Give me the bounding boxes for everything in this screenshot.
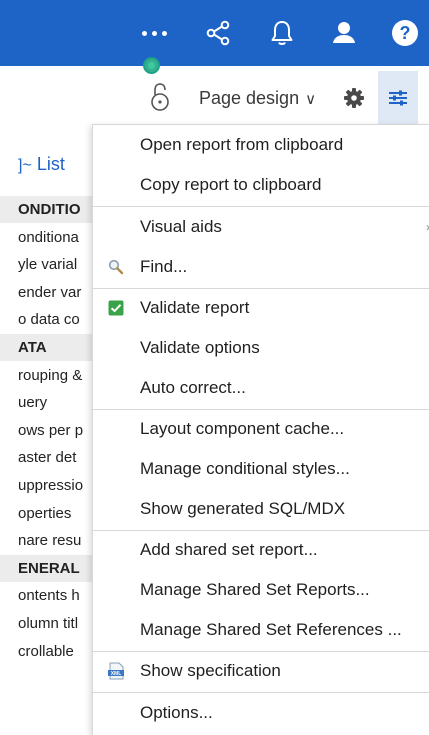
- menu-item-validate-options[interactable]: Validate options: [93, 330, 429, 366]
- menu-item-label: Manage Shared Set References ...: [140, 620, 402, 639]
- menu-item-options[interactable]: Options...: [93, 695, 429, 731]
- svg-text:?: ?: [400, 23, 411, 43]
- menu-item-label: Layout component cache...: [140, 419, 345, 438]
- panel-property-row[interactable]: operties: [0, 500, 92, 527]
- menu-item-add-shared-set-report[interactable]: Add shared set report...: [93, 532, 429, 568]
- panel-property-row[interactable]: crollable: [0, 638, 92, 665]
- menu-item-layout-component-cache[interactable]: Layout component cache...: [93, 411, 429, 447]
- menu-item-auto-correct[interactable]: Auto correct...: [93, 370, 429, 406]
- menu-divider: [93, 651, 429, 652]
- panel-property-row[interactable]: uery: [0, 389, 92, 416]
- panel-property-row[interactable]: olumn titl: [0, 610, 92, 637]
- xml-file-icon: XML: [107, 662, 125, 680]
- help-icon[interactable]: ?: [385, 16, 425, 50]
- panel-property-row[interactable]: yle varial: [0, 251, 92, 278]
- menu-divider: [93, 409, 429, 410]
- menu-item-label: Options...: [140, 703, 213, 722]
- menu-divider: [93, 530, 429, 531]
- top-app-bar: ?: [0, 0, 429, 66]
- validate-check-icon: [107, 299, 125, 317]
- panel-section-header: ENERAL: [0, 554, 92, 582]
- panel-property-row[interactable]: aster det: [0, 444, 92, 471]
- more-settings-button[interactable]: [378, 71, 418, 125]
- panel-property-row[interactable]: nare resu: [0, 527, 92, 554]
- more-icon[interactable]: [132, 16, 176, 50]
- menu-item-label: Validate report: [140, 298, 250, 317]
- panel-property-row[interactable]: ontents h: [0, 582, 92, 609]
- gear-icon[interactable]: [343, 87, 365, 109]
- panel-property-row[interactable]: uppressio: [0, 472, 92, 499]
- list-icon: ]~: [18, 157, 32, 174]
- menu-item-show-specification[interactable]: XML Show specification: [93, 653, 429, 689]
- menu-item-label: Manage conditional styles...: [140, 459, 350, 478]
- panel-property-row[interactable]: rouping &: [0, 362, 92, 389]
- menu-divider: [93, 692, 429, 693]
- menu-divider: [93, 288, 429, 289]
- svg-text:XML: XML: [111, 671, 122, 677]
- menu-item-label: Visual aids: [140, 217, 222, 236]
- lock-icon[interactable]: [150, 82, 170, 112]
- menu-item-open-report-from-clipboard[interactable]: Open report from clipboard: [93, 127, 429, 163]
- page-design-dropdown[interactable]: Page design ∨: [199, 88, 316, 109]
- sliders-icon: [389, 90, 407, 106]
- panel-property-row[interactable]: o data co: [0, 306, 92, 333]
- more-options-menu: Open report from clipboard Copy report t…: [92, 124, 429, 735]
- menu-item-show-generated-sql-mdx[interactable]: Show generated SQL/MDX: [93, 491, 429, 527]
- chevron-down-icon: ∨: [305, 90, 317, 108]
- list-selector[interactable]: ]~ List: [18, 154, 65, 175]
- panel-section-header: ATA: [0, 334, 92, 361]
- menu-item-label: Auto correct...: [140, 378, 246, 397]
- menu-item-find[interactable]: Find...: [93, 249, 429, 285]
- menu-item-manage-conditional-styles[interactable]: Manage conditional styles...: [93, 451, 429, 487]
- panel-property-row[interactable]: ows per p: [0, 417, 92, 444]
- properties-panel: ]~ List ONDITIO onditiona yle varial ender …: [0, 130, 92, 734]
- list-label: List: [36, 154, 65, 174]
- share-icon[interactable]: [196, 16, 240, 50]
- panel-section-header: ONDITIO: [0, 196, 92, 223]
- menu-item-label: Validate options: [140, 338, 260, 357]
- panel-property-row[interactable]: onditiona: [0, 224, 92, 251]
- page-design-label: Page design: [199, 88, 300, 108]
- menu-item-label: Open report from clipboard: [140, 135, 344, 154]
- menu-item-manage-shared-set-reports[interactable]: Manage Shared Set Reports...: [93, 572, 429, 608]
- search-icon: [107, 258, 125, 276]
- user-icon[interactable]: [322, 16, 366, 50]
- menu-item-label: Manage Shared Set Reports...: [140, 580, 370, 599]
- menu-item-label: Show generated SQL/MDX: [140, 499, 346, 518]
- menu-item-manage-shared-set-references[interactable]: Manage Shared Set References ...: [93, 612, 429, 648]
- menu-item-label: Add shared set report...: [140, 540, 318, 559]
- notification-bell-icon[interactable]: [260, 16, 304, 50]
- menu-item-label: Copy report to clipboard: [140, 175, 322, 194]
- menu-item-copy-report-to-clipboard[interactable]: Copy report to clipboard: [93, 167, 429, 203]
- menu-item-visual-aids[interactable]: Visual aids›: [93, 209, 429, 245]
- menu-item-label: Find...: [140, 257, 188, 276]
- menu-item-label: Show specification: [140, 661, 281, 680]
- panel-property-row[interactable]: ender var: [0, 279, 92, 306]
- menu-item-validate-report[interactable]: Validate report: [93, 290, 429, 326]
- menu-divider: [93, 206, 429, 207]
